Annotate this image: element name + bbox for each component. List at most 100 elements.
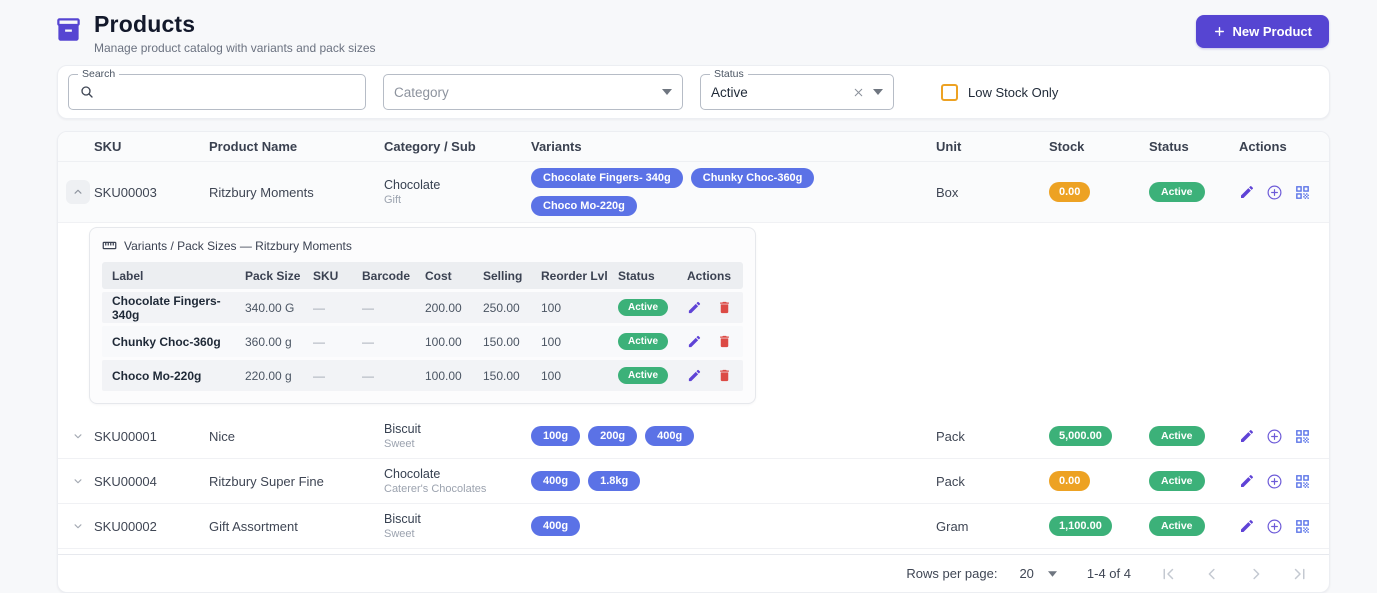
low-stock-checkbox[interactable]: Low Stock Only <box>941 83 1059 101</box>
variant-column-header-label: Label <box>112 268 144 283</box>
add-variant-button[interactable] <box>1266 428 1283 445</box>
status-select[interactable]: Status Active <box>700 68 894 110</box>
table-row: SKU00003 Ritzbury Moments Chocolate Gift… <box>58 162 1329 223</box>
variant-pack-size: 220.00 g <box>245 368 292 383</box>
edit-variant-button[interactable] <box>687 300 702 315</box>
expand-row-button[interactable] <box>66 514 90 538</box>
variant-column-header-barcode: Barcode <box>362 268 411 283</box>
variant-chips: Chocolate Fingers- 340g Chunky Choc-360g C… <box>531 162 936 222</box>
plus-circle-icon <box>1267 519 1282 533</box>
clear-icon[interactable] <box>852 86 865 99</box>
next-page-button[interactable] <box>1243 565 1269 583</box>
category-placeholder: Category <box>394 84 449 100</box>
pencil-icon <box>688 335 701 348</box>
variant-cost: 200.00 <box>425 300 462 315</box>
barcode-button[interactable] <box>1294 518 1311 535</box>
edit-product-button[interactable] <box>1239 473 1255 489</box>
products-table: SKU Product Name Category / Sub Variants Uni… <box>57 131 1330 593</box>
variant-cost: 100.00 <box>425 368 462 383</box>
edit-variant-button[interactable] <box>687 368 702 383</box>
previous-page-button[interactable] <box>1199 565 1225 583</box>
variant-column-header-cost: Cost <box>425 268 452 283</box>
variant-column-header-pack-size: Pack Size <box>245 268 301 283</box>
chevron-down-icon <box>71 474 85 488</box>
new-product-label: New Product <box>1232 24 1312 39</box>
variant-row: Chocolate Fingers- 340g 340.00 G — — 200… <box>102 292 743 323</box>
row-sku: SKU00002 <box>94 518 157 534</box>
stock-badge: 1,100.00 <box>1049 516 1112 536</box>
search-field[interactable]: Search <box>68 68 366 110</box>
row-subcategory: Sweet <box>384 528 415 540</box>
search-icon <box>79 84 95 100</box>
variant-sku: — <box>313 368 325 383</box>
table-header-row: SKU Product Name Category / Sub Variants Uni… <box>58 132 1329 162</box>
low-stock-label: Low Stock Only <box>968 84 1059 100</box>
variant-sku: — <box>313 300 325 315</box>
row-product-name: Gift Assortment <box>209 518 298 534</box>
add-variant-button[interactable] <box>1266 184 1283 201</box>
variant-chip: Chocolate Fingers- 340g <box>531 168 683 188</box>
edit-product-button[interactable] <box>1239 184 1255 200</box>
variant-column-header-selling: Selling <box>483 268 523 283</box>
variant-barcode: — <box>362 334 374 349</box>
page-header: Products Manage product catalog with var… <box>0 0 1377 63</box>
variant-column-header-sku: SKU <box>313 268 339 283</box>
edit-product-button[interactable] <box>1239 428 1255 444</box>
add-variant-button[interactable] <box>1266 518 1283 535</box>
stock-badge: 5,000.00 <box>1049 426 1112 446</box>
variant-column-header-status: Status <box>618 268 655 283</box>
plus-icon <box>1213 25 1226 38</box>
variant-chip: 400g <box>531 471 581 491</box>
pencil-icon <box>1241 519 1254 532</box>
delete-variant-button[interactable] <box>717 300 732 315</box>
variant-status-badge: Active <box>618 367 669 384</box>
pencil-icon <box>688 301 701 314</box>
chevron-right-icon <box>1253 568 1260 579</box>
variant-rows: Chocolate Fingers- 340g 340.00 G — — 200… <box>102 292 743 391</box>
qr-code-icon <box>1296 185 1309 199</box>
first-page-button[interactable] <box>1155 565 1181 583</box>
edit-variant-button[interactable] <box>687 334 702 349</box>
barcode-button[interactable] <box>1294 428 1311 445</box>
delete-variant-button[interactable] <box>717 334 732 349</box>
table-row: SKU00001 Nice Biscuit Sweet 100g 200g 400g… <box>58 414 1329 459</box>
add-variant-button[interactable] <box>1266 473 1283 490</box>
variant-row: Chunky Choc-360g 360.00 g — — 100.00 150… <box>102 326 743 357</box>
expand-row-button[interactable] <box>66 180 90 204</box>
pencil-icon <box>1241 429 1254 442</box>
barcode-button[interactable] <box>1294 473 1311 490</box>
rows-per-page-value: 20 <box>1019 566 1034 581</box>
row-unit: Pack <box>936 428 965 444</box>
category-select[interactable]: Category <box>383 74 683 110</box>
variant-pack-size: 360.00 g <box>245 334 292 349</box>
expand-row-button[interactable] <box>66 469 90 493</box>
status-badge: Active <box>1149 426 1205 446</box>
expand-row-button[interactable] <box>66 424 90 448</box>
barcode-button[interactable] <box>1294 184 1311 201</box>
row-category: Chocolate <box>384 178 441 192</box>
delete-variant-button[interactable] <box>717 368 732 383</box>
qr-code-icon <box>1296 474 1309 488</box>
last-page-button[interactable] <box>1287 565 1313 583</box>
plus-circle-icon <box>1267 185 1282 199</box>
variant-selling: 250.00 <box>483 300 520 315</box>
variant-reorder-level: 100 <box>541 334 562 349</box>
chevron-left-icon <box>1208 568 1215 579</box>
variant-column-header-actions: Actions <box>687 268 732 283</box>
variant-selling: 150.00 <box>483 334 520 349</box>
rows-per-page-label: Rows per page: <box>906 566 998 581</box>
variant-chips: 400g <box>531 510 936 542</box>
variant-chip: 100g <box>531 426 581 446</box>
search-input[interactable] <box>101 84 355 100</box>
column-header-stock: Stock <box>1049 139 1085 154</box>
chevron-down-icon <box>662 89 672 95</box>
variant-label: Chunky Choc-360g <box>112 334 221 349</box>
new-product-button[interactable]: New Product <box>1195 15 1329 48</box>
trash-icon <box>720 301 729 314</box>
status-badge: Active <box>1149 516 1205 536</box>
pagination-bar: Rows per page: 20 1-4 of 4 <box>58 555 1329 592</box>
pencil-icon <box>1241 185 1254 198</box>
edit-product-button[interactable] <box>1239 518 1255 534</box>
page-title: Products <box>94 11 196 37</box>
rows-per-page-select[interactable]: 20 <box>1019 566 1057 581</box>
